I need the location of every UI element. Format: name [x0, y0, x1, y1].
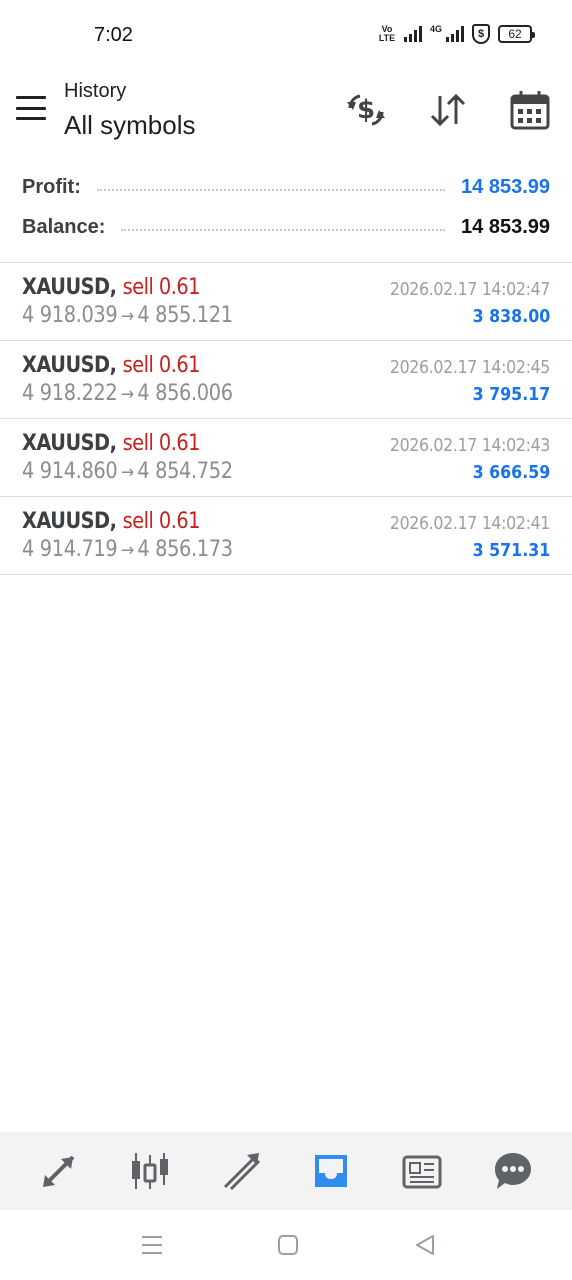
- app-header: History All symbols $: [0, 72, 572, 156]
- news-icon[interactable]: [392, 1141, 452, 1201]
- shield-icon: $: [472, 24, 490, 44]
- status-icons: Vo LTE 4G $ 62: [378, 24, 535, 44]
- deal-symbol: XAUUSD, sell 0.61: [22, 509, 200, 534]
- deal-row[interactable]: XAUUSD, sell 0.61 4 914.719 → 4 856.173 20…: [0, 497, 572, 575]
- profit-label: Profit:: [22, 175, 81, 198]
- menu-icon[interactable]: [16, 96, 46, 120]
- quotes-icon[interactable]: [29, 1141, 89, 1201]
- deal-symbol: XAUUSD, sell 0.61: [22, 275, 200, 300]
- chat-icon[interactable]: [483, 1141, 543, 1201]
- deal-type: sell 0.61: [122, 509, 201, 534]
- deal-type: sell 0.61: [122, 275, 201, 300]
- deal-symbol: XAUUSD, sell 0.61: [22, 431, 200, 456]
- deal-prices: 4 918.039 → 4 855.121: [22, 303, 233, 328]
- bottom-tab-bar: [0, 1132, 572, 1210]
- deal-profit: 3 795.17: [472, 384, 550, 405]
- balance-label: Balance:: [22, 215, 106, 238]
- deal-time: 2026.02.17 14:02:41: [389, 513, 551, 534]
- battery-icon: 62: [498, 25, 535, 43]
- recents-icon[interactable]: [137, 1232, 167, 1258]
- status-bar: 7:02 Vo LTE 4G $ 62: [0, 0, 572, 72]
- status-time: 7:02: [94, 24, 133, 46]
- deal-profit: 3 666.59: [472, 462, 550, 483]
- deal-prices: 4 918.222 → 4 856.006: [22, 381, 233, 406]
- deal-time: 2026.02.17 14:02:45: [389, 357, 551, 378]
- divider: [0, 574, 572, 575]
- dotted-leader: [96, 189, 446, 191]
- volte-icon: Vo LTE: [378, 24, 396, 43]
- deal-profit: 3 838.00: [472, 306, 550, 327]
- dollar-exchange-icon[interactable]: $: [344, 88, 388, 132]
- sort-arrows-icon[interactable]: [426, 88, 470, 132]
- deal-type: sell 0.61: [122, 353, 201, 378]
- deal-row[interactable]: XAUUSD, sell 0.61 4 914.860 → 4 854.752 20…: [0, 419, 572, 497]
- deal-row[interactable]: XAUUSD, sell 0.61 4 918.222 → 4 856.006 20…: [0, 341, 572, 419]
- trade-icon[interactable]: [211, 1141, 271, 1201]
- header-title[interactable]: All symbols: [64, 110, 195, 141]
- profit-row: Profit: 14 853.99: [22, 172, 550, 202]
- header-subtitle: History: [64, 80, 127, 102]
- balance-row: Balance: 14 853.99: [22, 212, 550, 242]
- balance-value: 14 853.99: [461, 215, 550, 238]
- chart-candles-icon[interactable]: [120, 1141, 180, 1201]
- home-icon[interactable]: [273, 1232, 303, 1258]
- deal-prices: 4 914.719 → 4 856.173: [22, 537, 233, 562]
- back-icon[interactable]: [410, 1232, 440, 1258]
- deal-row[interactable]: XAUUSD, sell 0.61 4 918.039 → 4 855.121 20…: [0, 263, 572, 341]
- signal-icon-2: [446, 26, 464, 42]
- deal-time: 2026.02.17 14:02:47: [389, 279, 551, 300]
- network-type: 4G: [429, 24, 442, 34]
- dotted-leader: [121, 229, 446, 231]
- deal-type: sell 0.61: [122, 431, 201, 456]
- calendar-icon[interactable]: [508, 88, 552, 132]
- deal-symbol: XAUUSD, sell 0.61: [22, 353, 200, 378]
- profit-value: 14 853.99: [461, 175, 550, 198]
- deal-profit: 3 571.31: [472, 540, 550, 561]
- history-inbox-icon[interactable]: [301, 1141, 361, 1201]
- deal-time: 2026.02.17 14:02:43: [389, 435, 551, 456]
- svg-text:$: $: [357, 95, 375, 125]
- system-nav-bar: [0, 1210, 572, 1280]
- deal-prices: 4 914.860 → 4 854.752: [22, 459, 233, 484]
- signal-icon: [403, 26, 422, 42]
